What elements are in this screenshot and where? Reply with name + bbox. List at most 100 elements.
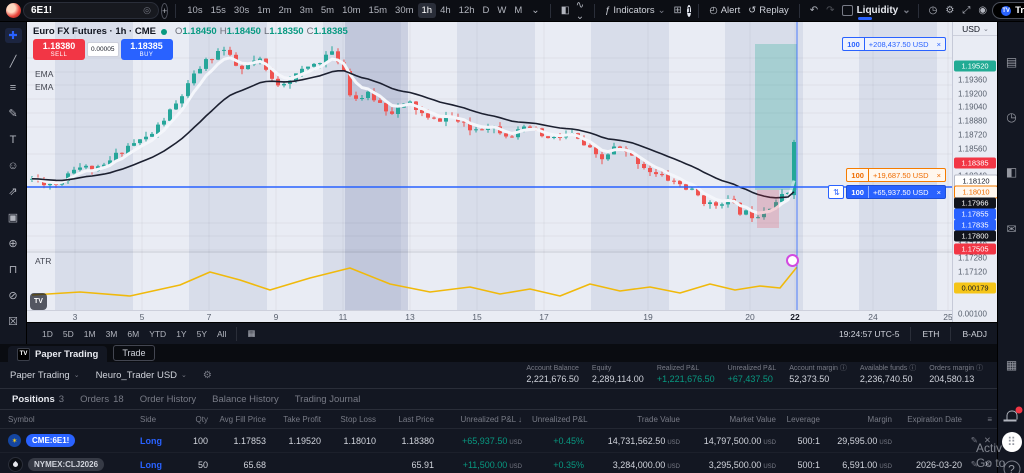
- stopwatch-icon[interactable]: ◷: [926, 5, 941, 16]
- col-header[interactable]: Symbol: [0, 415, 135, 424]
- symbol-search-box[interactable]: 6E1! ◎: [23, 2, 159, 19]
- back-adjust-toggle[interactable]: B-ADJ: [962, 329, 987, 339]
- timeframe-30m[interactable]: 30m: [391, 3, 417, 18]
- timeframe-1h[interactable]: 1h: [418, 3, 437, 18]
- col-header[interactable]: Unrealized P&L %: [527, 415, 589, 424]
- buy-button[interactable]: 1.18385BUY: [121, 39, 173, 60]
- col-header[interactable]: Expiration Date: [897, 415, 967, 424]
- replay-button[interactable]: ↺Replay: [745, 5, 792, 16]
- symbol-title[interactable]: Euro FX Futures · 1h · CME: [33, 26, 156, 37]
- take-profit-price-label[interactable]: 1.19520: [954, 61, 996, 72]
- brush-tool-icon[interactable]: ✎: [5, 106, 22, 121]
- timeframe-5m[interactable]: 5m: [317, 3, 338, 18]
- position-price-label[interactable]: 1.17855: [954, 209, 996, 220]
- edit-position-icon[interactable]: ✎: [971, 459, 978, 470]
- alerts-clock-icon[interactable]: ◷: [1006, 110, 1016, 124]
- timeframe-30s[interactable]: 30s: [230, 3, 253, 18]
- timeframe-15m[interactable]: 15m: [365, 3, 391, 18]
- range-All[interactable]: All: [212, 327, 231, 341]
- timeframe-10s[interactable]: 10s: [183, 3, 206, 18]
- timeframe-2m[interactable]: 2m: [274, 3, 295, 18]
- timeframe-W[interactable]: W: [493, 3, 510, 18]
- clock[interactable]: 19:24:57 UTC-5: [839, 329, 899, 339]
- candles-icon[interactable]: ▮▯: [558, 5, 571, 16]
- line-style-icon[interactable]: ∿ ⌄: [573, 0, 587, 22]
- emoji-tool-icon[interactable]: ☺: [5, 158, 22, 173]
- trade-button[interactable]: TVTrade: [992, 2, 1024, 19]
- layout-count-badge[interactable]: 1: [687, 5, 691, 17]
- info-icon[interactable]: ⓘ: [840, 365, 847, 373]
- tab-orders[interactable]: Orders18: [80, 394, 124, 405]
- notification-bell-icon[interactable]: [1006, 411, 1017, 420]
- close-position-icon[interactable]: ✕: [984, 459, 991, 470]
- ema-legend-2[interactable]: EMA: [35, 82, 53, 92]
- text-tool-icon[interactable]: T: [5, 132, 22, 147]
- symbol-badge[interactable]: CME:6E1!: [26, 434, 75, 447]
- col-header[interactable]: Leverage: [781, 415, 825, 424]
- close-order-icon[interactable]: ×: [933, 169, 945, 181]
- data-window-icon[interactable]: ◧: [1006, 165, 1017, 179]
- timeframe-12h[interactable]: 12h: [455, 3, 479, 18]
- timeframe-4h[interactable]: 4h: [436, 3, 455, 18]
- col-header[interactable]: Unrealized P&L ↓: [439, 415, 527, 424]
- price-scale[interactable]: USD⌄ 1.193601.192001.190401.188801.18720…: [952, 22, 998, 322]
- timeframe-15s[interactable]: 15s: [207, 3, 230, 18]
- ema-value-label-2[interactable]: 1.17800: [954, 231, 996, 242]
- info-icon[interactable]: ⓘ: [909, 365, 916, 373]
- range-6M[interactable]: 6M: [122, 327, 144, 341]
- liquidity-checkbox[interactable]: [842, 5, 853, 16]
- grid-layout-icon[interactable]: ⊞: [671, 5, 685, 16]
- take-profit-cell[interactable]: 1.19520: [271, 436, 326, 446]
- account-type-select[interactable]: Paper Trading⌄: [10, 370, 80, 381]
- help-icon[interactable]: ?: [1003, 461, 1020, 473]
- stop-loss-cell[interactable]: 1.18010: [326, 436, 381, 446]
- watchlist-icon[interactable]: ▤: [1006, 55, 1017, 69]
- col-header[interactable]: Avg Fill Price: [213, 415, 271, 424]
- table-row[interactable]: ✶CME:6E1!Long1001.178531.195201.180101.1…: [0, 429, 997, 453]
- session-eth[interactable]: ETH: [922, 329, 939, 339]
- tab-order-history[interactable]: Order History: [140, 394, 196, 405]
- col-header[interactable]: ≡: [967, 415, 997, 424]
- sell-order-price-label[interactable]: 1.17505: [954, 244, 996, 255]
- range-1D[interactable]: 1D: [37, 327, 58, 341]
- chart-area[interactable]: Euro FX Futures · 1h · CME O1.18450H1.18…: [27, 22, 952, 310]
- symbol-detail-icon[interactable]: ◎: [143, 5, 151, 16]
- go-to-date-icon[interactable]: ▦: [242, 326, 260, 341]
- order-price-label[interactable]: 1.17835: [954, 220, 996, 231]
- col-header[interactable]: Take Profit: [271, 415, 326, 424]
- redo-icon[interactable]: ↷: [823, 5, 837, 16]
- range-YTD[interactable]: YTD: [144, 327, 171, 341]
- forecast-tool-icon[interactable]: ⇗: [5, 184, 22, 199]
- range-5D[interactable]: 5D: [58, 327, 79, 341]
- measure-tool-icon[interactable]: ▣: [5, 210, 22, 225]
- undo-icon[interactable]: ↶: [807, 5, 821, 16]
- col-header[interactable]: Market Value: [685, 415, 781, 424]
- trend-line-tool-icon[interactable]: ╱: [5, 54, 22, 69]
- col-header[interactable]: Trade Value: [589, 415, 685, 424]
- user-avatar[interactable]: [6, 3, 21, 18]
- apps-grid-icon[interactable]: ⠿: [1002, 432, 1022, 452]
- ema-legend-1[interactable]: EMA: [35, 69, 53, 79]
- symbol-badge[interactable]: NYMEX:CLJ2026: [28, 458, 104, 471]
- close-order-icon[interactable]: ×: [933, 38, 945, 50]
- sell-button[interactable]: 1.18380SELL: [33, 39, 85, 60]
- account-settings-gear-icon[interactable]: ⚙: [203, 370, 212, 381]
- close-position-icon[interactable]: ✕: [984, 435, 991, 446]
- tab-balance-history[interactable]: Balance History: [212, 394, 279, 405]
- atr-legend[interactable]: ATR: [35, 256, 51, 266]
- timeframe-3m[interactable]: 3m: [296, 3, 317, 18]
- position-handle[interactable]: ⇅: [828, 185, 844, 199]
- gear-icon[interactable]: ⚙: [942, 5, 957, 16]
- ema-value-label-1[interactable]: 1.17966: [954, 198, 996, 209]
- timeframe-10m[interactable]: 10m: [338, 3, 364, 18]
- tab-trading-journal[interactable]: Trading Journal: [295, 394, 361, 405]
- col-header[interactable]: Side: [135, 415, 177, 424]
- timeframe-D[interactable]: D: [479, 3, 494, 18]
- tab-paper-trading[interactable]: TV Paper Trading: [8, 346, 107, 362]
- col-header[interactable]: Margin: [825, 415, 897, 424]
- position-chip[interactable]: 100+65,937.50 USD×: [846, 185, 946, 199]
- zoom-tool-icon[interactable]: ⊕: [5, 236, 22, 251]
- close-order-icon[interactable]: ×: [933, 186, 945, 198]
- col-header[interactable]: Last Price: [381, 415, 439, 424]
- crosshair-tool-icon[interactable]: ✚: [5, 28, 22, 43]
